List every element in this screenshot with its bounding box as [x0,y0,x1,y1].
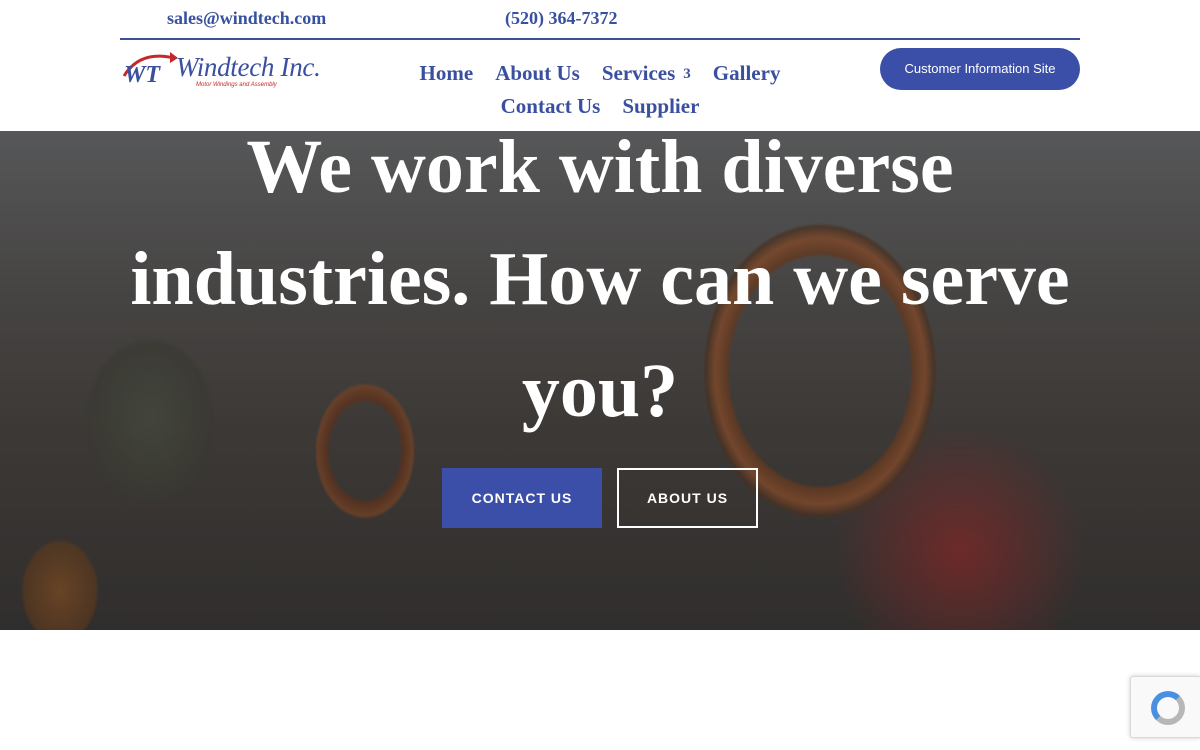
logo-wordmark: Windtech Inc. [176,52,321,82]
nav-home[interactable]: Home [420,61,474,85]
nav-services-label: Services [601,61,676,85]
site-logo[interactable]: WT Windtech Inc. Motor Windings and Asse… [120,48,321,88]
recaptcha-badge[interactable] [1130,676,1200,738]
logo-tagline: Motor Windings and Assembly [196,82,277,88]
phone-link[interactable]: (520) 364-7372 [505,8,617,29]
nav-contact-us[interactable]: Contact Us [501,94,601,118]
customer-information-site-button[interactable]: Customer Information Site [880,48,1080,90]
site-header: WT Windtech Inc. Motor Windings and Asse… [0,40,1200,131]
hero-section: We work with diverse industries. How can… [0,131,1200,630]
nav-about-us[interactable]: About Us [495,61,580,85]
contact-us-button[interactable]: CONTACT US [442,468,602,528]
windtech-logo-mark: WT [122,52,178,88]
svg-text:WT: WT [124,62,161,88]
top-contact-bar: sales@windtech.com (520) 364-7372 [0,0,1200,38]
nav-gallery[interactable]: Gallery [713,61,781,85]
email-link[interactable]: sales@windtech.com [167,8,326,29]
nav-services[interactable]: Services 3 [602,61,691,85]
recaptcha-icon [1151,691,1185,725]
main-nav: Home About Us Services 3 Gallery Contact … [395,58,805,124]
chevron-down-icon: 3 [683,66,691,82]
nav-supplier[interactable]: Supplier [622,94,699,118]
hero-title: We work with diverse industries. How can… [130,131,1070,433]
about-us-button[interactable]: ABOUT US [617,468,758,528]
